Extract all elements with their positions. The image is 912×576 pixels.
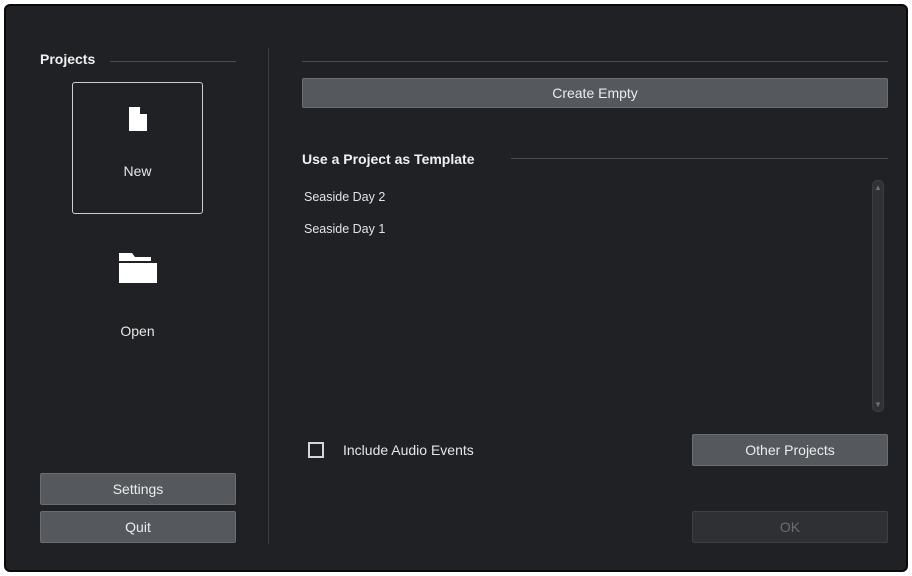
other-projects-button[interactable]: Other Projects — [692, 434, 888, 466]
projects-section-title: Projects — [40, 51, 96, 67]
template-list-item[interactable]: Seaside Day 2 — [304, 181, 864, 213]
project-assistant-window: Projects New Open Settings Quit Create E… — [4, 4, 908, 572]
scroll-up-arrow-icon[interactable]: ▲ — [873, 183, 883, 192]
quit-button[interactable]: Quit — [40, 511, 236, 543]
projects-title-rule — [110, 61, 236, 62]
file-icon — [128, 107, 147, 136]
ok-button[interactable]: OK — [692, 511, 888, 543]
template-section-title: Use a Project as Template — [302, 151, 475, 167]
panel-divider — [268, 48, 269, 544]
include-audio-events-label: Include Audio Events — [343, 442, 474, 458]
new-project-tile[interactable]: New — [72, 82, 203, 214]
open-project-tile[interactable]: Open — [72, 228, 203, 360]
template-list: Seaside Day 2 Seaside Day 1 — [304, 181, 864, 245]
template-list-item[interactable]: Seaside Day 1 — [304, 213, 864, 245]
include-audio-events-checkbox[interactable] — [308, 442, 324, 458]
top-rule — [302, 61, 888, 62]
template-list-scrollbar[interactable]: ▲ ▼ — [872, 180, 884, 412]
open-tile-label: Open — [120, 323, 155, 339]
settings-button[interactable]: Settings — [40, 473, 236, 505]
folder-icon — [118, 253, 157, 288]
create-empty-button[interactable]: Create Empty — [302, 78, 888, 108]
scroll-down-arrow-icon[interactable]: ▼ — [873, 400, 883, 409]
new-tile-label: New — [123, 163, 152, 179]
template-title-rule — [511, 158, 888, 159]
